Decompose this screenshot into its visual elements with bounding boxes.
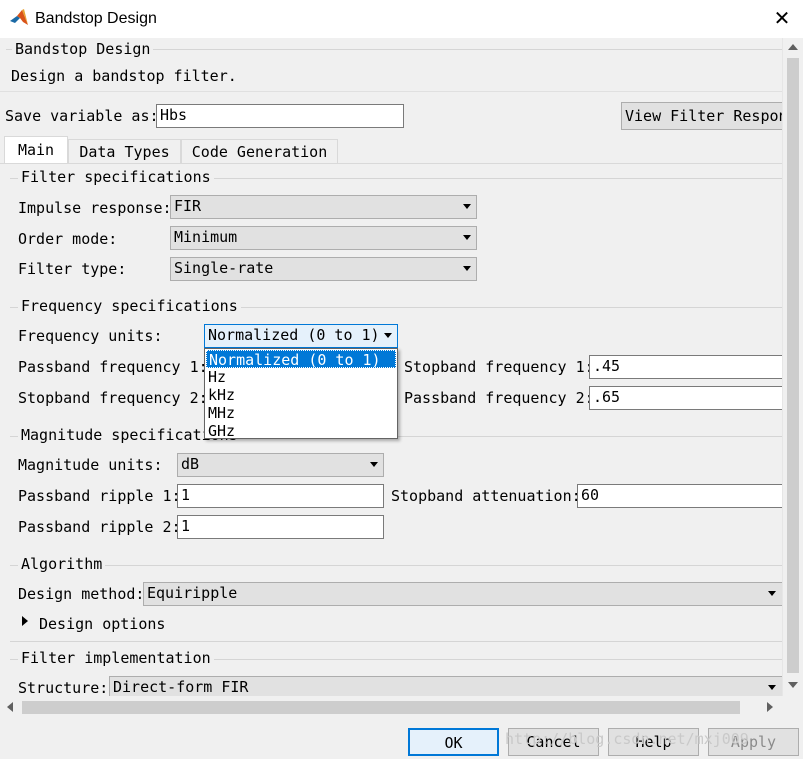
watermark: http://blog.csdn.net/mxj009 — [505, 730, 749, 748]
chevron-down-icon — [463, 204, 471, 209]
chevron-down-icon — [370, 462, 378, 467]
implementation-title: Filter implementation — [18, 649, 214, 667]
dropdown-option[interactable]: Hz — [206, 368, 396, 386]
passband-frequency-2-input[interactable]: .65 — [589, 386, 782, 410]
dropdown-option[interactable]: Normalized (0 to 1) — [206, 350, 396, 369]
frequency-units-dropdown-list: Normalized (0 to 1) Hz kHz MHz GHz — [204, 348, 398, 440]
ok-button[interactable]: OK — [408, 728, 499, 756]
magnitude-units-label: Magnitude units: — [18, 456, 163, 474]
order-mode-value: Minimum — [174, 228, 238, 246]
filter-type-value: Single-rate — [174, 259, 274, 277]
save-variable-label: Save variable as: — [5, 107, 159, 125]
dropdown-option[interactable]: GHz — [206, 422, 396, 440]
horizontal-scroll-thumb[interactable] — [22, 701, 740, 714]
chevron-down-icon — [384, 333, 392, 338]
header-group-title: Bandstop Design — [12, 40, 154, 58]
order-mode-select[interactable]: Minimum — [170, 226, 477, 250]
title-bar: Bandstop Design ✕ — [0, 0, 803, 38]
design-options-toggle[interactable]: Design options — [39, 615, 165, 633]
magnitude-units-select[interactable]: dB — [177, 453, 384, 477]
scroll-left-icon[interactable] — [7, 702, 13, 712]
filter-type-label: Filter type: — [18, 260, 127, 278]
magnitude-units-value: dB — [181, 455, 200, 473]
header-description: Design a bandstop filter. — [11, 67, 237, 85]
structure-select[interactable]: Direct-form FIR — [109, 676, 782, 696]
filter-specs-title: Filter specifications — [18, 168, 214, 186]
scroll-up-icon[interactable] — [788, 44, 798, 50]
dropdown-option[interactable]: MHz — [206, 404, 396, 422]
expand-triangle-icon[interactable] — [22, 616, 28, 626]
design-method-label: Design method: — [18, 585, 145, 603]
tab-data-types[interactable]: Data Types — [68, 139, 181, 164]
chevron-down-icon — [768, 591, 776, 596]
stopband-attenuation-label: Stopband attenuation: — [391, 487, 581, 505]
scroll-right-icon[interactable] — [767, 702, 773, 712]
scroll-down-icon[interactable] — [788, 682, 798, 688]
horizontal-scrollbar[interactable] — [0, 696, 782, 719]
view-filter-response-button[interactable]: View Filter Response — [621, 102, 782, 130]
passband-ripple-2-label: Passband ripple 2: — [18, 518, 181, 536]
order-mode-label: Order mode: — [18, 230, 118, 248]
passband-ripple-1-input[interactable]: 1 — [177, 484, 384, 508]
tab-code-generation[interactable]: Code Generation — [181, 139, 338, 164]
chevron-down-icon — [768, 685, 776, 690]
close-icon[interactable]: ✕ — [770, 6, 794, 30]
impulse-response-value: FIR — [174, 197, 202, 215]
chevron-down-icon — [463, 266, 471, 271]
tab-main[interactable]: Main — [4, 136, 68, 164]
passband-frequency-1-label: Passband frequency 1: — [18, 358, 208, 376]
impulse-response-select[interactable]: FIR — [170, 195, 477, 219]
passband-ripple-2-input[interactable]: 1 — [177, 515, 384, 539]
matlab-logo-icon — [10, 9, 28, 25]
design-method-value: Equiripple — [147, 584, 238, 602]
save-variable-input[interactable]: Hbs — [156, 104, 404, 128]
stopband-frequency-2-label: Stopband frequency 2: — [18, 389, 208, 407]
passband-ripple-1-label: Passband ripple 1: — [18, 487, 181, 505]
vertical-scrollbar[interactable] — [782, 38, 803, 696]
structure-value: Direct-form FIR — [113, 678, 249, 696]
window-title: Bandstop Design — [35, 10, 157, 27]
algorithm-title: Algorithm — [18, 555, 106, 573]
vertical-scroll-thumb[interactable] — [787, 58, 799, 673]
frequency-units-select[interactable]: Normalized (0 to 1) — [204, 324, 398, 348]
passband-frequency-2-label: Passband frequency 2: — [404, 389, 594, 407]
impulse-response-label: Impulse response: — [18, 199, 172, 217]
filter-type-select[interactable]: Single-rate — [170, 257, 477, 281]
design-method-select[interactable]: Equiripple — [143, 582, 782, 606]
stopband-frequency-1-input[interactable]: .45 — [589, 355, 782, 379]
dropdown-option[interactable]: kHz — [206, 386, 396, 404]
frequency-units-value: Normalized (0 to 1) — [208, 326, 380, 344]
freq-specs-title: Frequency specifications — [18, 297, 241, 315]
stopband-attenuation-input[interactable]: 60 — [577, 484, 782, 508]
frequency-units-label: Frequency units: — [18, 327, 163, 345]
chevron-down-icon — [463, 235, 471, 240]
stopband-frequency-1-label: Stopband frequency 1: — [404, 358, 594, 376]
structure-label: Structure: — [18, 679, 109, 696]
